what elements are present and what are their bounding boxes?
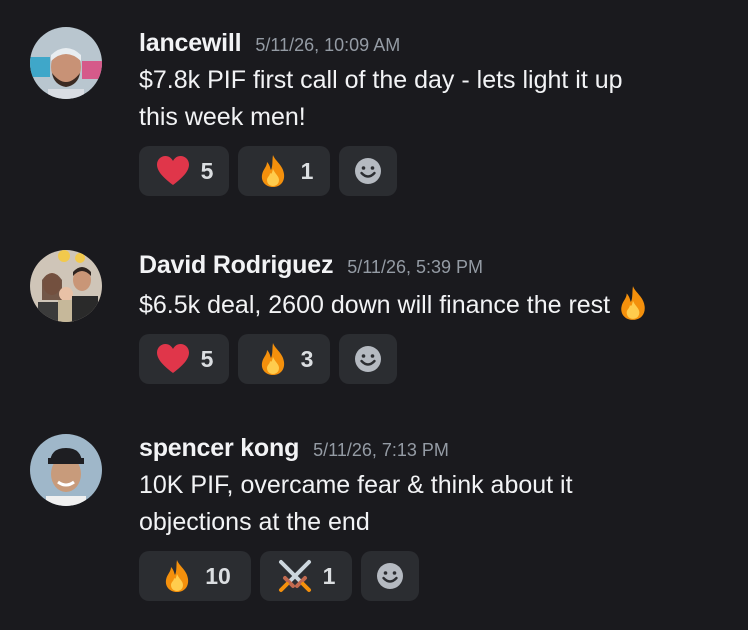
avatar-spencer-kong[interactable] (30, 434, 102, 506)
timestamp: 5/11/26, 7:13 PM (313, 440, 449, 460)
smiley-add-reaction-icon (377, 563, 403, 589)
reaction-count: 5 (200, 157, 214, 184)
heart-emoji-icon (156, 156, 189, 185)
timestamp: 5/11/26, 5:39 PM (347, 257, 484, 277)
message-text-line: this week men! (139, 103, 306, 131)
avatar-david-rodriguez[interactable] (30, 250, 102, 322)
fire-emoji-icon (621, 286, 645, 320)
reaction-count: 3 (300, 345, 314, 372)
message-text-line: $6.5k deal, 2600 down will finance the r… (139, 291, 611, 319)
username[interactable]: spencer kong (139, 434, 299, 463)
reaction-count: 1 (300, 157, 314, 184)
reaction-crossed-swords[interactable]: 1 (260, 551, 352, 601)
add-reaction-button[interactable] (339, 146, 397, 196)
reaction-count: 5 (200, 345, 214, 372)
message-text: $6.5k deal, 2600 down will finance the r… (139, 284, 738, 324)
reactions-bar: 10 1 (139, 551, 738, 601)
smiley-add-reaction-icon (355, 346, 381, 372)
message-text: 10K PIF, overcame fear & think about it … (139, 467, 738, 541)
reaction-count: 1 (322, 562, 336, 589)
reaction-fire[interactable]: 3 (238, 334, 330, 384)
message-text-line: $7.8k PIF first call of the day - lets l… (139, 66, 623, 94)
message-feed: lancewill 5/11/26, 10:09 AM $7.8k PIF fi… (0, 0, 748, 630)
reaction-count: 10 (205, 562, 231, 589)
fire-emoji-icon (261, 155, 284, 187)
reactions-bar: 5 1 (139, 146, 738, 196)
fire-emoji-icon (166, 560, 189, 592)
reaction-heart[interactable]: 5 (139, 146, 229, 196)
reaction-fire[interactable]: 10 (139, 551, 251, 601)
add-reaction-button[interactable] (361, 551, 419, 601)
crossed-swords-icon (278, 560, 311, 592)
smiley-add-reaction-icon (355, 158, 381, 184)
heart-emoji-icon (156, 344, 189, 373)
reaction-fire[interactable]: 1 (238, 146, 330, 196)
message-text-line: 10K PIF, overcame fear & think about it (139, 471, 573, 499)
username[interactable]: lancewill (139, 29, 242, 58)
message-text: $7.8k PIF first call of the day - lets l… (139, 62, 738, 136)
username[interactable]: David Rodriguez (139, 251, 333, 280)
reaction-heart[interactable]: 5 (139, 334, 229, 384)
add-reaction-button[interactable] (339, 334, 397, 384)
timestamp: 5/11/26, 10:09 AM (255, 35, 401, 55)
avatar-lancewill[interactable] (30, 27, 102, 99)
message-text-line: objections at the end (139, 508, 370, 536)
fire-emoji-icon (261, 343, 284, 375)
reactions-bar: 5 3 (139, 334, 738, 384)
